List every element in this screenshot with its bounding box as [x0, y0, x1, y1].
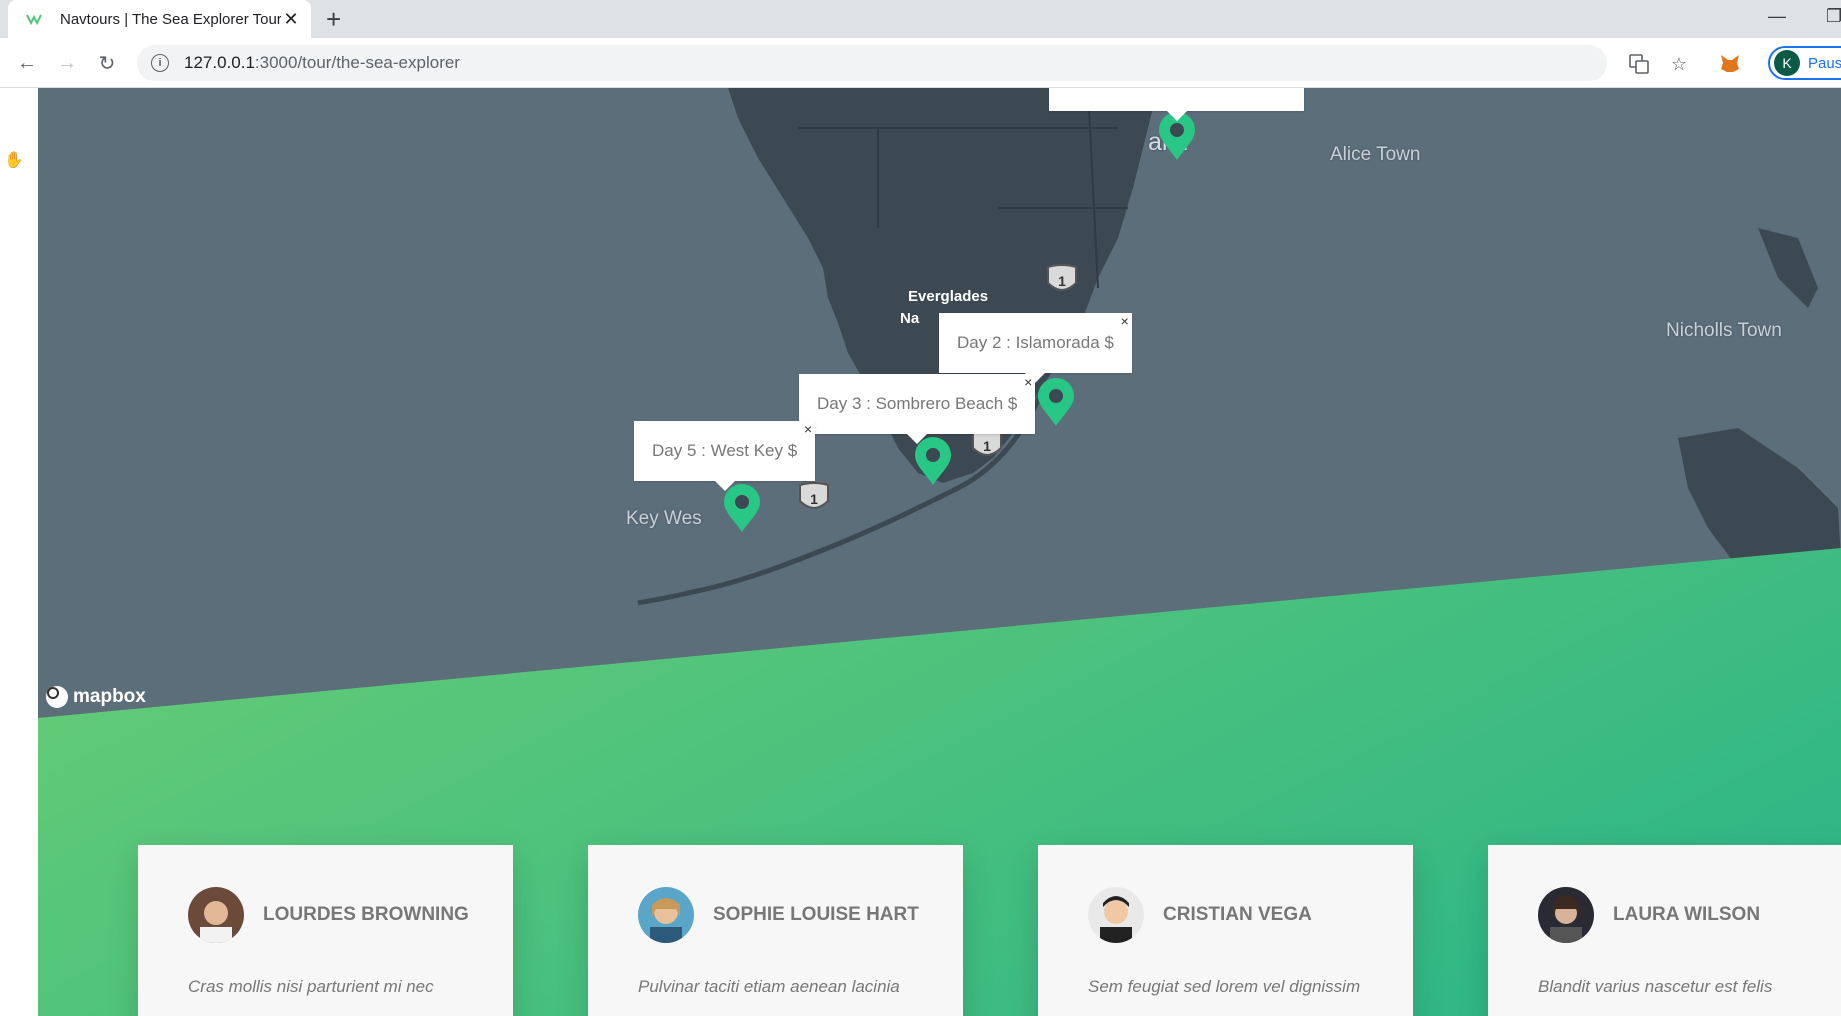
reload-icon[interactable]: ↻: [92, 48, 122, 78]
map-popup-day-5: Day 5 : West Key $ ×: [634, 421, 816, 491]
address-bar[interactable]: i 127.0.0.1:3000/tour/the-sea-explorer: [137, 45, 1607, 81]
map-pin-icon[interactable]: [1036, 376, 1076, 428]
popup-text: Day 5 : West Key $: [652, 441, 798, 460]
highway-shield-icon: 1: [1044, 263, 1080, 297]
popup-close-icon[interactable]: ×: [804, 421, 812, 437]
avatar: [188, 887, 244, 943]
metamask-fox-icon[interactable]: [1718, 52, 1742, 76]
profile-label: Paus: [1808, 54, 1841, 72]
place-label-alice-town: Alice Town: [1330, 144, 1421, 165]
svg-text:1: 1: [1058, 273, 1066, 289]
navtours-favicon-icon: [26, 12, 46, 26]
place-label-everglades: Everglades: [908, 288, 989, 305]
minimize-icon[interactable]: —: [1768, 6, 1786, 27]
reviewer-name: Lourdes Browning: [263, 904, 469, 925]
review-card: Laura Wilson Blandit varius nascetur est…: [1488, 845, 1841, 1016]
translate-icon[interactable]: [1627, 52, 1651, 76]
reviewer-name: Sophie Louise Hart: [713, 904, 919, 925]
avatar: [1088, 887, 1144, 943]
avatar: [1538, 887, 1594, 943]
mapbox-attribution[interactable]: mapbox: [46, 686, 146, 708]
tab-close-icon[interactable]: ✕: [281, 9, 301, 30]
browser-toolbar: ← → ↻ i 127.0.0.1:3000/tour/the-sea-expl…: [0, 38, 1841, 88]
forward-arrow-icon[interactable]: →: [52, 48, 82, 78]
new-tab-icon[interactable]: +: [326, 4, 341, 34]
avatar: [638, 887, 694, 943]
review-text: Cras mollis nisi parturient mi nec: [188, 977, 434, 996]
reviewer-name: Cristian Vega: [1163, 904, 1312, 925]
map-popup-day-3: Day 3 : Sombrero Beach $ ×: [799, 374, 1036, 444]
review-text: Sem feugiat sed lorem vel dignissim: [1088, 977, 1361, 996]
highway-shield-icon: 1: [796, 481, 832, 515]
mapbox-logo-icon: [46, 686, 68, 708]
review-card: Lourdes Browning Cras mollis nisi partur…: [138, 845, 513, 1016]
popup-text: Day 2 : Islamorada $: [957, 333, 1114, 352]
svg-text:1: 1: [810, 491, 818, 507]
back-arrow-icon[interactable]: ←: [12, 48, 42, 78]
review-card: Sophie Louise Hart Pulvinar taciti etiam…: [588, 845, 963, 1016]
popup-close-icon[interactable]: ×: [1121, 313, 1129, 329]
tab-title: Navtours | The Sea Explorer Tour: [60, 10, 281, 28]
review-card: Cristian Vega Sem feugiat sed lorem vel …: [1038, 845, 1413, 1016]
bookmark-star-icon[interactable]: ☆: [1667, 52, 1691, 76]
web-page: ami Alice Town Nicholls Town Everglades …: [0, 88, 1841, 1016]
place-label-nicholls-town: Nicholls Town: [1666, 320, 1782, 341]
review-text: Pulvinar taciti etiam aenean lacinia: [638, 977, 900, 996]
place-label-key-west: Key Wes: [626, 508, 702, 529]
url-host: 127.0.0.1: [184, 53, 255, 72]
tab-strip: Navtours | The Sea Explorer Tour ✕ + — ❐: [0, 0, 1841, 38]
site-info-icon[interactable]: i: [151, 54, 169, 72]
map-popup-top: [1049, 88, 1304, 121]
popup-text: Day 3 : Sombrero Beach $: [817, 394, 1018, 413]
review-text: Blandit varius nascetur est felis: [1538, 977, 1773, 996]
popup-close-icon[interactable]: ×: [1024, 374, 1032, 390]
browser-tab[interactable]: Navtours | The Sea Explorer Tour ✕: [8, 0, 311, 38]
mapbox-wordmark: mapbox: [73, 686, 146, 707]
hand-cursor-icon: ✋: [4, 152, 24, 169]
map-popup-day-2: Day 2 : Islamorada $ ×: [939, 313, 1132, 383]
place-label-everglades-2: Na: [900, 310, 920, 327]
tour-map-section: ami Alice Town Nicholls Town Everglades …: [38, 88, 1841, 1016]
reviewer-name: Laura Wilson: [1613, 904, 1761, 925]
restore-icon[interactable]: ❐: [1826, 6, 1841, 27]
profile-button[interactable]: K Paus: [1768, 46, 1841, 80]
url-path: :3000/tour/the-sea-explorer: [254, 53, 460, 72]
svg-text:1: 1: [983, 438, 991, 454]
profile-avatar: K: [1774, 50, 1800, 76]
